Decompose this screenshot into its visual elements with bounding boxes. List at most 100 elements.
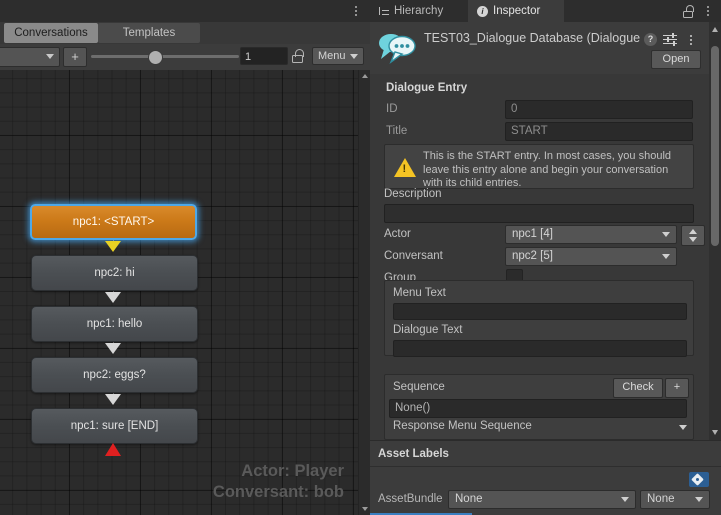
sequence-check-button[interactable]: Check	[613, 378, 663, 398]
inspector-kebab-menu-icon[interactable]	[702, 4, 714, 18]
zoom-slider[interactable]	[91, 50, 239, 65]
dialogue-editor-tabbar: Conversations Templates	[0, 22, 370, 44]
link-arrow-start	[105, 241, 121, 252]
inspector-lock-icon[interactable]	[682, 4, 695, 19]
dialogue-node-canvas[interactable]: npc1: <START> npc2: hi npc1: hello npc2:…	[0, 70, 358, 515]
scroll-up-icon[interactable]	[362, 74, 368, 78]
menu-text-label: Menu Text	[393, 287, 446, 299]
tab-conversations[interactable]: Conversations	[4, 23, 98, 43]
dialogue-text-label: Dialogue Text	[393, 324, 463, 336]
inspector-asset-header: TEST03_Dialogue Database (Dialogue ? Ope…	[370, 22, 709, 75]
assetvariant-dropdown[interactable]: None	[640, 490, 710, 509]
tab-templates[interactable]: Templates	[98, 23, 200, 43]
zoom-value-input[interactable]: 1	[240, 47, 288, 65]
zoom-slider-handle[interactable]	[148, 50, 163, 65]
tag-icon[interactable]	[689, 472, 709, 487]
conversation-select-dropdown[interactable]	[0, 47, 60, 67]
warning-icon	[394, 158, 416, 177]
scroll-up-icon[interactable]	[712, 27, 718, 32]
description-field[interactable]	[384, 204, 694, 223]
asset-labels-title: Asset Labels	[378, 448, 449, 460]
chevron-down-icon	[695, 497, 703, 502]
unity-editor-window: Conversations Templates + 1 Menu npc1: <…	[0, 0, 721, 515]
tab-hierarchy[interactable]: Hierarchy	[370, 0, 468, 22]
scroll-down-icon[interactable]	[712, 430, 718, 435]
conversant-dropdown[interactable]: npc2 [5]	[505, 247, 677, 266]
inspector-tabbar: Hierarchy i Inspector	[370, 0, 721, 22]
title-field[interactable]: START	[505, 122, 693, 141]
canvas-conversant-text: Conversant: bob	[212, 483, 344, 501]
dialogue-node-1[interactable]: npc2: hi	[31, 255, 198, 291]
dialogue-editor-panel: Conversations Templates + 1 Menu npc1: <…	[0, 0, 370, 515]
scrollbar-thumb[interactable]	[711, 46, 719, 246]
help-icon[interactable]: ?	[644, 33, 657, 46]
hierarchy-icon	[379, 6, 389, 16]
info-icon: i	[477, 5, 488, 17]
stepper-down-icon[interactable]	[689, 237, 697, 242]
editor-menu-label: Menu	[318, 50, 346, 62]
dialogue-node-2[interactable]: npc1: hello	[31, 306, 198, 342]
dialogue-editor-titlebar	[0, 0, 370, 22]
chevron-down-icon	[662, 254, 670, 259]
sequence-field[interactable]: None()	[389, 399, 687, 418]
conversation-end-marker-icon	[105, 443, 121, 456]
tab-inspector-label: Inspector	[493, 5, 541, 17]
tab-inspector[interactable]: i Inspector	[468, 0, 564, 22]
assetbundle-dropdown[interactable]: None	[448, 490, 636, 509]
asset-labels-section: Asset Labels AssetBundle None None	[370, 440, 721, 515]
actor-dropdown[interactable]: npc1 [4]	[505, 225, 677, 244]
actor-value: npc1 [4]	[512, 228, 553, 240]
canvas-actor-text: Actor: Player	[241, 462, 344, 480]
dialogue-node-label: npc1: hello	[86, 318, 143, 330]
actor-stepper[interactable]	[681, 225, 705, 246]
scroll-down-icon[interactable]	[362, 507, 368, 511]
description-label: Description	[384, 188, 442, 200]
title-label: Title	[386, 125, 408, 137]
dialogue-text-field[interactable]	[393, 340, 687, 357]
id-field: 0	[505, 100, 693, 119]
dialogue-bubble-icon	[379, 34, 416, 64]
asset-kebab-menu-icon[interactable]	[685, 33, 697, 47]
canvas-vertical-scrollbar[interactable]	[358, 70, 370, 515]
dialogue-node-start[interactable]: npc1: <START>	[30, 204, 197, 240]
dialogue-entry-section-title: Dialogue Entry	[386, 82, 468, 94]
chevron-down-icon	[350, 54, 358, 59]
assetbundle-label: AssetBundle	[378, 493, 443, 505]
preset-icon[interactable]	[663, 33, 677, 46]
chevron-down-icon	[662, 232, 670, 237]
response-menu-sequence-label: Response Menu Sequence	[393, 420, 532, 432]
chevron-down-icon	[46, 54, 54, 59]
id-label: ID	[386, 103, 398, 115]
warning-text: This is the START entry. In most cases, …	[423, 150, 672, 189]
add-conversation-button[interactable]: +	[63, 47, 87, 67]
open-button[interactable]: Open	[651, 50, 701, 69]
dialogue-node-4[interactable]: npc1: sure [END]	[31, 408, 198, 444]
dialogue-node-label: npc2: hi	[94, 267, 135, 279]
dialogue-node-label: npc1: <START>	[72, 216, 155, 228]
assetbundle-value: None	[455, 493, 483, 505]
chevron-down-icon[interactable]	[679, 425, 687, 430]
dialogue-node-3[interactable]: npc2: eggs?	[31, 357, 198, 393]
stepper-up-icon[interactable]	[689, 229, 697, 234]
sequence-group-box: Sequence Check + None() Response Menu Se…	[384, 374, 694, 440]
menu-text-field[interactable]	[393, 303, 687, 320]
canvas-info-overlay: Actor: Player Conversant: bob	[213, 461, 344, 503]
editor-menu-button[interactable]: Menu	[312, 47, 364, 65]
sequence-add-button[interactable]: +	[665, 378, 689, 398]
assetvariant-value: None	[647, 493, 675, 505]
dialogue-node-label: npc2: eggs?	[83, 369, 146, 381]
inspector-vertical-scrollbar[interactable]	[709, 22, 721, 440]
link-arrow	[105, 292, 121, 303]
conversant-label: Conversant	[384, 250, 443, 262]
sequence-label: Sequence	[393, 381, 445, 393]
dialogue-editor-kebab-menu-icon[interactable]	[349, 4, 363, 18]
dialogue-node-label: npc1: sure [END]	[70, 420, 159, 432]
asset-name-label: TEST03_Dialogue Database (Dialogue	[424, 31, 641, 45]
lock-open-icon[interactable]	[291, 48, 305, 64]
inspector-panel: Hierarchy i Inspector TEST03_Dialogue Da…	[370, 0, 721, 515]
divider	[370, 466, 721, 467]
chevron-down-icon	[621, 497, 629, 502]
dialogue-editor-toolbar: + 1 Menu	[0, 44, 370, 71]
tab-hierarchy-label: Hierarchy	[394, 5, 444, 17]
inspector-content: Dialogue Entry ID 0 Title START This is …	[370, 74, 709, 440]
